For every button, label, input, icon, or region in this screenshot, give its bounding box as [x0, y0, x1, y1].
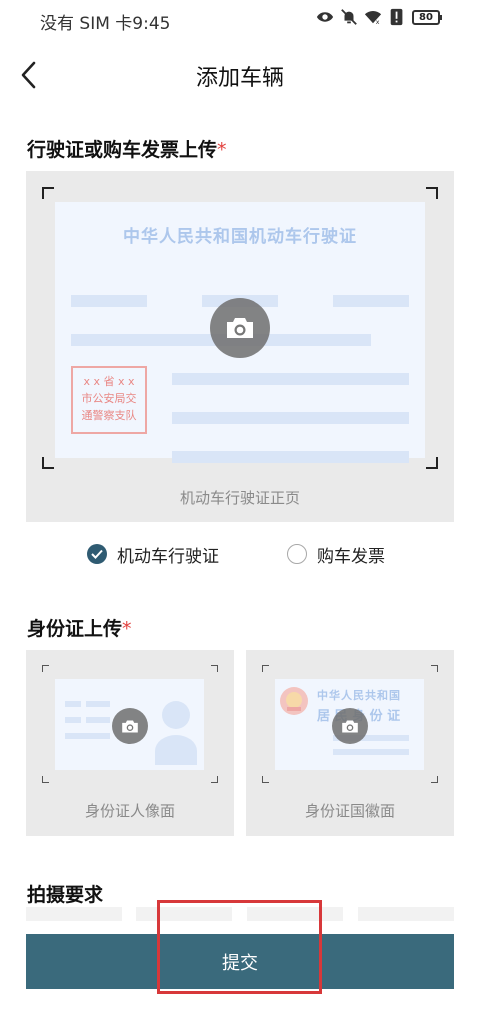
frame-corner: [42, 665, 49, 672]
option-purchase-invoice-label: 购车发票: [317, 546, 385, 567]
id-portrait-caption: 身份证人像面: [84, 802, 175, 820]
placeholder-bar: [86, 701, 110, 707]
frame-corner: [42, 187, 54, 199]
stamp-line: 通警察支队: [81, 409, 137, 422]
placeholder-bar: [247, 907, 343, 921]
frame-corner: [211, 776, 218, 783]
placeholder-bar: [333, 749, 409, 755]
radio-unchecked-icon[interactable]: [287, 544, 307, 564]
national-emblem-icon: [280, 687, 308, 715]
frame-corner: [211, 665, 218, 672]
frame-corner: [426, 187, 438, 199]
battery-icon: 80: [412, 9, 442, 25]
emblem-card-title: 中华人民共和国: [317, 689, 401, 702]
license-section-title-text: 行驶证或购车发票上传: [27, 139, 218, 161]
eye-icon: [316, 12, 334, 22]
placeholder-bar: [172, 451, 409, 463]
camera-icon: [122, 720, 138, 732]
wifi-icon: x: [364, 11, 382, 26]
option-vehicle-license-label: 机动车行驶证: [117, 546, 219, 567]
status-carrier-time: 没有 SIM 卡9:45: [40, 14, 171, 34]
placeholder-bar: [65, 701, 81, 707]
id-section-title: 身份证上传*: [27, 614, 132, 641]
placeholder-bar: [71, 295, 147, 307]
frame-corner: [426, 457, 438, 469]
id-portrait-upload-box[interactable]: 身份证人像面: [26, 650, 234, 836]
camera-icon: [227, 318, 253, 338]
camera-icon: [342, 720, 358, 732]
id-emblem-caption: 身份证国徽面: [304, 802, 395, 820]
stamp-line: 市公安局交: [81, 392, 137, 405]
license-caption: 机动车行驶证正页: [179, 489, 300, 507]
frame-corner: [262, 665, 269, 672]
required-mark: *: [217, 139, 227, 161]
license-upload-box[interactable]: 中华人民共和国机动车行驶证 x x 省 x x 市公安局交 通警察支队 机动车行…: [26, 171, 454, 522]
page-title: 添加车辆: [195, 66, 284, 91]
radio-checked-icon[interactable]: [87, 544, 107, 564]
placeholder-bar: [172, 373, 409, 385]
required-mark: *: [122, 618, 132, 640]
license-section-title: 行驶证或购车发票上传*: [27, 135, 227, 162]
svg-text:x: x: [376, 19, 380, 26]
requirements-preview: [26, 907, 454, 921]
placeholder-bar: [172, 412, 409, 424]
frame-corner: [42, 776, 49, 783]
license-card-title: 中华人民共和国机动车行驶证: [123, 227, 357, 247]
option-vehicle-license[interactable]: 机动车行驶证: [87, 541, 219, 567]
submit-button[interactable]: 提交: [26, 934, 454, 989]
id-emblem-camera-button[interactable]: [332, 708, 368, 744]
placeholder-bar: [358, 907, 454, 921]
option-purchase-invoice[interactable]: 购车发票: [287, 541, 385, 567]
seal-stamp: x x 省 x x 市公安局交 通警察支队: [71, 366, 147, 434]
id-portrait-camera-button[interactable]: [112, 708, 148, 744]
stamp-line: x x 省 x x: [83, 375, 135, 388]
alert-icon: [390, 8, 403, 26]
placeholder-bar: [65, 717, 81, 723]
id-emblem-upload-box[interactable]: 中华人民共和国 居 民 身 份 证 身份证国徽面: [246, 650, 454, 836]
placeholder-bar: [26, 907, 122, 921]
frame-corner: [42, 457, 54, 469]
frame-corner: [431, 665, 438, 672]
nav-bar: 添加车辆: [0, 40, 480, 110]
license-camera-button[interactable]: [210, 298, 270, 358]
placeholder-bar: [65, 733, 110, 739]
frame-corner: [431, 776, 438, 783]
status-icons: x 80: [316, 8, 442, 26]
person-silhouette-icon: [155, 701, 197, 765]
status-bar: 没有 SIM 卡9:45 x 80: [0, 0, 480, 38]
mute-bell-icon: [341, 9, 357, 25]
placeholder-bar: [333, 295, 409, 307]
requirements-title: 拍摄要求: [27, 884, 104, 906]
id-section-title-text: 身份证上传: [27, 618, 123, 640]
placeholder-bar: [136, 907, 232, 921]
frame-corner: [262, 776, 269, 783]
placeholder-bar: [86, 717, 110, 723]
